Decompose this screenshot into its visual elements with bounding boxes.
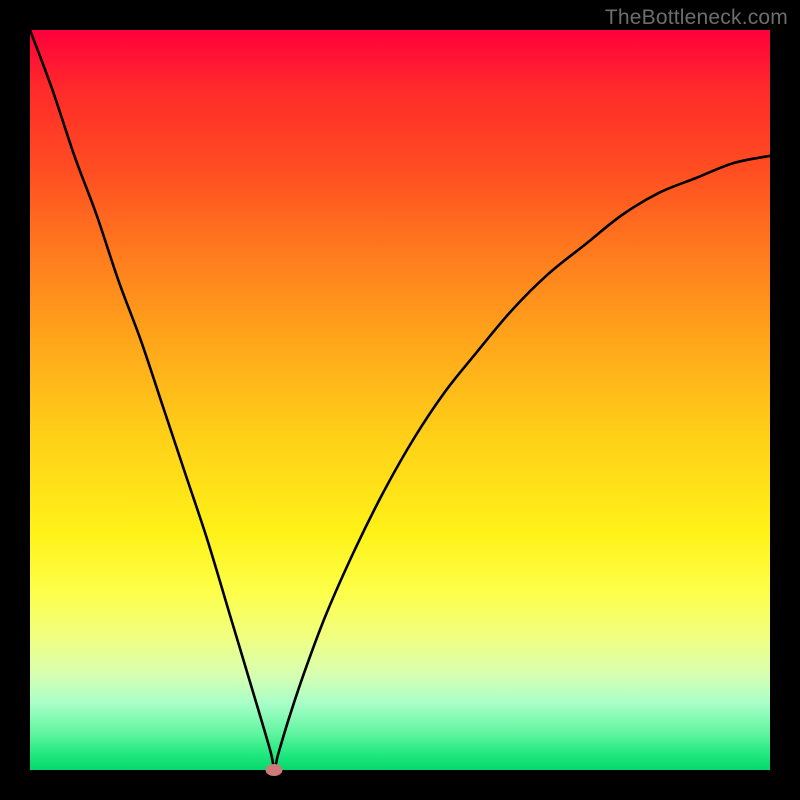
chart-frame: TheBottleneck.com [0, 0, 800, 800]
watermark-text: TheBottleneck.com [605, 6, 788, 30]
bottleneck-curve [30, 30, 770, 770]
plot-area [30, 30, 770, 770]
optimum-marker [266, 764, 283, 776]
